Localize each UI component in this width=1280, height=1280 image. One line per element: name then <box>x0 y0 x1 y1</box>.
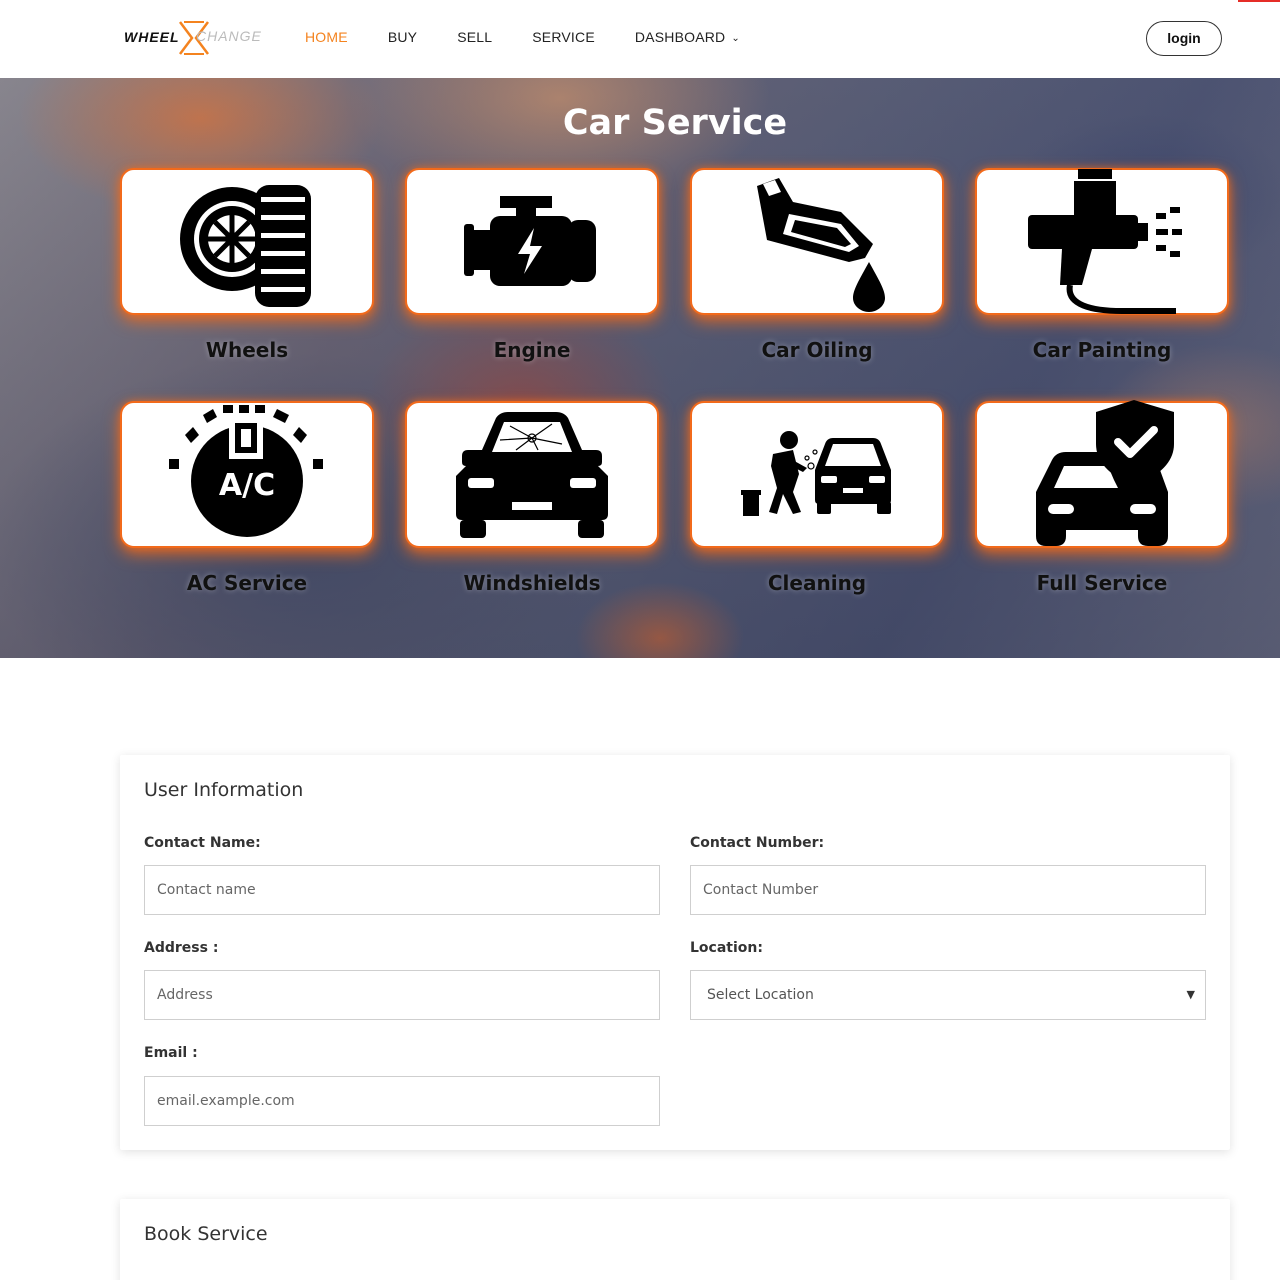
car-shield-icon <box>1036 399 1174 546</box>
site-header: WHEEL CHANGE HOME BUY SELL SERVICE DASHB… <box>0 0 1280 78</box>
contact-number-label: Contact Number: <box>690 835 825 851</box>
service-label-car-painting: Car Painting <box>1032 338 1172 362</box>
nav-buy[interactable]: BUY <box>388 29 417 45</box>
service-label-cleaning: Cleaning <box>767 571 867 595</box>
nav-sell[interactable]: SELL <box>457 29 492 45</box>
nav-service[interactable]: SERVICE <box>532 29 595 45</box>
logo-text-wheel: WHEEL <box>124 29 180 45</box>
service-card-car-painting[interactable] <box>975 168 1229 315</box>
service-card-full-service[interactable] <box>975 399 1229 548</box>
user-information-panel: User Information Contact Name: Contact N… <box>120 755 1230 1150</box>
service-label-car-oiling: Car Oiling <box>761 338 873 362</box>
service-card-windshields[interactable] <box>405 401 659 548</box>
main-nav: HOME BUY SELL SERVICE DASHBOARD ⌄ <box>305 29 780 45</box>
contact-name-input[interactable] <box>144 865 660 915</box>
service-card-ac[interactable]: A/C <box>120 401 374 548</box>
service-label-engine: Engine <box>493 338 571 362</box>
nav-home[interactable]: HOME <box>305 29 348 45</box>
location-label: Location: <box>690 940 763 956</box>
top-accent-line <box>1238 0 1280 2</box>
hero-title: Car Service <box>562 103 788 143</box>
location-select-value: Select Location <box>707 987 814 1003</box>
service-card-cleaning[interactable] <box>690 401 944 548</box>
service-card-wheels[interactable] <box>120 168 374 315</box>
nav-dashboard-label: DASHBOARD <box>634 29 726 45</box>
engine-icon <box>464 195 596 286</box>
email-label: Email : <box>144 1045 198 1061</box>
car-wash-icon <box>741 430 891 516</box>
nav-dashboard[interactable]: DASHBOARD ⌄ <box>635 29 740 45</box>
address-label: Address : <box>144 940 219 956</box>
oil-can-icon <box>757 177 885 312</box>
service-label-full-service: Full Service <box>1036 571 1168 595</box>
login-button[interactable]: login <box>1146 21 1222 56</box>
location-select[interactable]: Select Location ▼ <box>690 970 1206 1020</box>
contact-number-input[interactable] <box>690 865 1206 915</box>
spray-gun-icon <box>1028 168 1182 314</box>
chevron-down-icon: ▼ <box>1186 988 1195 1001</box>
svg-text:A/C: A/C <box>219 468 275 503</box>
book-service-panel: Book Service <box>120 1199 1230 1280</box>
service-card-engine[interactable] <box>405 168 659 315</box>
chevron-down-icon: ⌄ <box>731 33 740 44</box>
book-service-title: Book Service <box>144 1223 268 1245</box>
service-label-wheels: Wheels <box>205 338 289 362</box>
contact-name-label: Contact Name: <box>144 835 261 851</box>
wheel-tire-icon <box>180 184 311 307</box>
service-card-car-oiling[interactable] <box>690 168 944 315</box>
service-label-ac: AC Service <box>186 571 308 595</box>
user-information-title: User Information <box>144 779 304 801</box>
service-label-windshields: Windshields <box>463 571 601 595</box>
email-input[interactable] <box>144 1076 660 1126</box>
ac-icon: A/C <box>169 404 323 537</box>
address-input[interactable] <box>144 970 660 1020</box>
cracked-windshield-icon <box>456 411 608 538</box>
wheelxchange-logo[interactable]: WHEEL CHANGE <box>122 20 270 58</box>
logo-text-change: CHANGE <box>196 28 262 44</box>
